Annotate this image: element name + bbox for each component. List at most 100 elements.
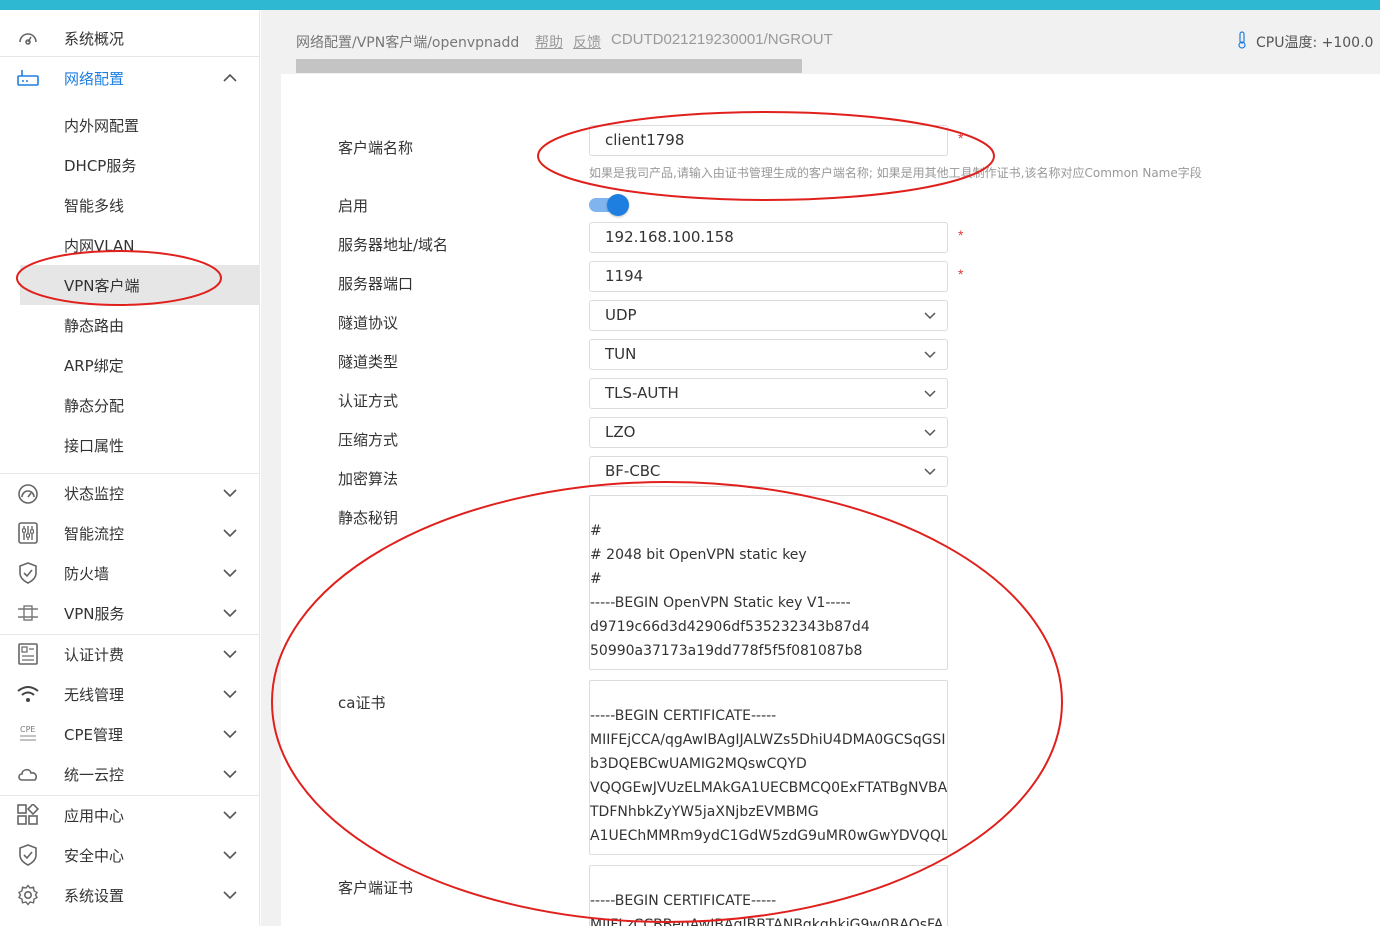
server-address-input[interactable]: 192.168.100.158 <box>589 222 948 253</box>
dashboard-icon <box>19 33 37 45</box>
client-name-label: 客户端名称 <box>338 139 414 157</box>
chevron-down-icon <box>223 609 237 618</box>
text-line: -----BEGIN CERTIFICATE----- <box>590 708 777 724</box>
chevron-down-icon <box>924 390 936 398</box>
required-mark: * <box>958 266 964 282</box>
cpu-temp-value: CPU温度: +100.0 <box>1256 35 1374 51</box>
client-cert-textarea[interactable]: -----BEGIN CERTIFICATE----- MIIFLzCCBBeg… <box>589 865 948 926</box>
billing-icon <box>18 643 38 665</box>
compress-value: LZO <box>605 423 636 441</box>
sidebar-subitem-vlan[interactable]: 内网VLAN <box>0 225 259 265</box>
sidebar-subitem-static-assign[interactable]: 静态分配 <box>0 385 259 425</box>
apps-icon <box>17 804 40 825</box>
auth-select[interactable]: TLS-AUTH <box>589 378 948 409</box>
enable-label: 启用 <box>338 197 369 215</box>
cipher-select[interactable]: BF-CBC <box>589 456 948 487</box>
sidebar-item-cpe[interactable]: CPE CPE管理 <box>0 714 259 754</box>
protocol-value: UDP <box>605 306 637 324</box>
chevron-down-icon <box>223 811 237 820</box>
enable-toggle[interactable] <box>589 194 629 216</box>
wifi-icon <box>17 686 39 702</box>
text-line: -----BEGIN CERTIFICATE----- <box>590 893 777 909</box>
static-key-textarea[interactable]: # # 2048 bit OpenVPN static key # -----B… <box>589 495 948 670</box>
chevron-down-icon <box>223 489 237 498</box>
sidebar-item-app-center[interactable]: 应用中心 <box>0 795 259 835</box>
compress-select[interactable]: LZO <box>589 417 948 448</box>
sidebar-item-security-center[interactable]: 安全中心 <box>0 835 259 875</box>
top-accent-bar <box>0 0 1380 10</box>
sidebar-item-firewall[interactable]: 防火墙 <box>0 553 259 593</box>
text-line: -----BEGIN OpenVPN Static key V1----- <box>590 595 851 611</box>
static-key-label: 静态秘钥 <box>338 509 399 527</box>
cipher-value: BF-CBC <box>605 462 661 480</box>
sidebar-item-monitor[interactable]: 状态监控 <box>0 473 259 513</box>
text-line: # 2048 bit OpenVPN static key <box>590 547 807 563</box>
server-port-input[interactable]: 1194 <box>589 261 948 292</box>
chevron-up-icon <box>223 73 237 82</box>
text-line: A1UEChMMRm9ydC1GdW5zdG9uMR0wGwYDVQQL <box>590 828 948 844</box>
header-scrollbar[interactable] <box>296 59 802 73</box>
required-mark: * <box>958 130 964 146</box>
gear-icon <box>18 884 38 906</box>
sidebar-subitem-arp[interactable]: ARP绑定 <box>0 345 259 385</box>
sidebar-subitem-label: 内网VLAN <box>64 237 135 255</box>
chevron-down-icon <box>924 468 936 476</box>
client-cert-label: 客户端证书 <box>338 879 414 897</box>
sidebar-item-label: VPN服务 <box>64 605 125 623</box>
sidebar: 系统概况 网络配置 内外网配置 DHCP服务 智能多线 内网VLAN VPN客户… <box>0 10 260 926</box>
sidebar-subitem-label: 智能多线 <box>64 197 125 215</box>
client-name-input[interactable]: client1798 <box>589 125 948 156</box>
chevron-down-icon <box>924 429 936 437</box>
sidebar-item-label: CPE管理 <box>64 726 123 744</box>
ca-cert-textarea[interactable]: -----BEGIN CERTIFICATE----- MIIFEjCCA/qg… <box>589 680 948 855</box>
sidebar-item-label: 状态监控 <box>64 485 125 503</box>
toggle-knob <box>607 194 629 216</box>
content-gutter <box>261 10 281 926</box>
shield-check-icon <box>19 844 37 866</box>
sidebar-item-label: 统一云控 <box>64 766 125 784</box>
sidebar-item-wireless[interactable]: 无线管理 <box>0 674 259 714</box>
device-id: CDUTD021219230001/NGROUT <box>611 31 833 48</box>
sidebar-item-label: 安全中心 <box>64 847 125 865</box>
sidebar-item-billing[interactable]: 认证计费 <box>0 634 259 674</box>
tunnel-type-select[interactable]: TUN <box>589 339 948 370</box>
text-line: MIIFLzCCBBegAwIBAgIBBTANBgkqhkiG9w0BAQsF… <box>590 917 944 926</box>
text-line: # <box>590 523 602 539</box>
cpe-icon: CPE <box>20 725 36 741</box>
sidebar-subitem-interface[interactable]: 接口属性 <box>0 425 259 465</box>
chevron-down-icon <box>223 690 237 699</box>
sidebar-subitem-label: 静态路由 <box>64 317 125 335</box>
sidebar-subitem-static-route[interactable]: 静态路由 <box>0 305 259 345</box>
auth-value: TLS-AUTH <box>605 384 679 402</box>
chevron-down-icon <box>223 891 237 900</box>
router-icon <box>17 70 39 86</box>
sidebar-item-label: 无线管理 <box>64 686 125 704</box>
sidebar-item-flow-control[interactable]: 智能流控 <box>0 513 259 553</box>
divider <box>0 56 259 57</box>
help-link[interactable]: 帮助 <box>535 32 563 52</box>
sidebar-subitem-dhcp[interactable]: DHCP服务 <box>0 145 259 185</box>
sidebar-item-label: 防火墙 <box>64 565 110 583</box>
tunnel-type-label: 隧道类型 <box>338 353 399 371</box>
chevron-down-icon <box>924 312 936 320</box>
feedback-link[interactable]: 反馈 <box>573 32 601 52</box>
sidebar-subitem-multiline[interactable]: 智能多线 <box>0 185 259 225</box>
chevron-down-icon <box>223 569 237 578</box>
auth-label: 认证方式 <box>338 392 399 410</box>
sidebar-item-label: 系统设置 <box>64 887 125 905</box>
text-line: VQQGEwJVUzELMAkGA1UECBMCQ0ExFTATBgNVBAc <box>590 780 948 796</box>
sidebar-item-overview[interactable]: 系统概况 <box>0 18 259 58</box>
required-mark: * <box>958 227 964 243</box>
sidebar-item-cloud[interactable]: 统一云控 <box>0 754 259 794</box>
protocol-select[interactable]: UDP <box>589 300 948 331</box>
sliders-icon <box>18 522 38 544</box>
sidebar-item-label: 系统概况 <box>64 30 125 48</box>
sidebar-item-network[interactable]: 网络配置 <box>0 58 259 98</box>
sidebar-item-system-settings[interactable]: 系统设置 <box>0 875 259 915</box>
page-header: 网络配置/VPN客户端/openvpnadd 帮助 反馈 CDUTD021219… <box>280 10 1380 74</box>
sidebar-item-vpn-service[interactable]: VPN服务 <box>0 593 259 633</box>
sidebar-subitem-wan-lan[interactable]: 内外网配置 <box>0 105 259 145</box>
sidebar-subitem-vpn-client[interactable]: VPN客户端 <box>20 265 259 305</box>
sidebar-subitem-label: ARP绑定 <box>64 357 124 375</box>
client-name-hint: 如果是我司产品,请输入由证书管理生成的客户端名称; 如果是用其他工具制作证书,该… <box>589 166 1202 180</box>
